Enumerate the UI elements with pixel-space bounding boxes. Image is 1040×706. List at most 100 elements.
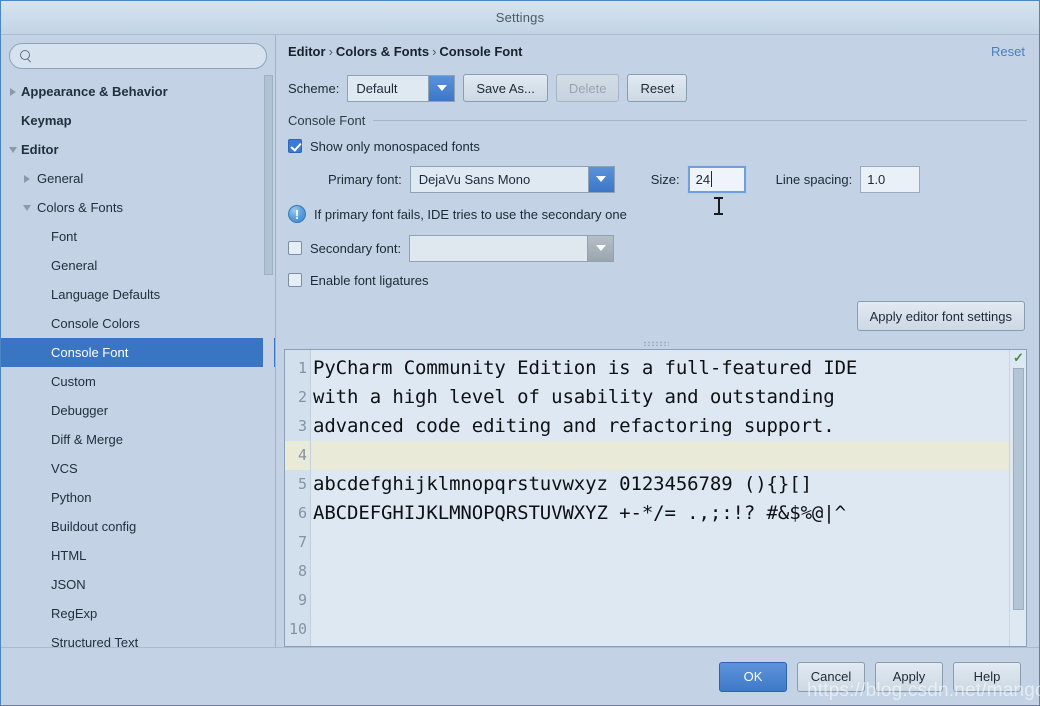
sidebar-item-label: Console Colors: [51, 316, 140, 331]
line-number: 2: [297, 388, 307, 406]
sidebar-item-font[interactable]: Font: [1, 222, 275, 251]
chevron-right-icon[interactable]: [5, 87, 21, 96]
ligatures-checkbox[interactable]: [288, 273, 302, 287]
help-button[interactable]: Help: [953, 661, 1021, 692]
info-text: If primary font fails, IDE tries to use …: [314, 206, 627, 222]
sidebar-item-label: Colors & Fonts: [37, 200, 123, 215]
breadcrumb-part[interactable]: Console Font: [439, 44, 522, 59]
breadcrumb-part[interactable]: Editor: [288, 44, 326, 59]
preview-line: [311, 557, 1026, 586]
line-number-gutter: 1 2 3 4 5 6 7 8 9 10: [285, 350, 311, 646]
sidebar-item-appearance-behavior[interactable]: Appearance & Behavior: [1, 77, 275, 106]
sidebar-item-console-font[interactable]: Console Font: [1, 338, 275, 367]
sidebar-item-vcs[interactable]: VCS: [1, 454, 275, 483]
sidebar-scrollbar[interactable]: [263, 75, 274, 645]
sidebar-item-console-colors[interactable]: Console Colors: [1, 309, 275, 338]
breadcrumb-separator: ›: [432, 43, 437, 59]
sidebar-item-label: Font: [51, 229, 78, 244]
secondary-font-combo[interactable]: [409, 234, 615, 262]
line-spacing-label: Line spacing:: [775, 171, 853, 187]
line-number: 6: [297, 504, 307, 522]
sidebar-item-structured-text[interactable]: Structured Text: [1, 628, 275, 647]
sidebar-item-label: Appearance & Behavior: [21, 84, 168, 99]
cancel-button[interactable]: Cancel: [797, 661, 865, 692]
breadcrumb-part[interactable]: Colors & Fonts: [336, 44, 429, 59]
sidebar-item-editor[interactable]: Editor: [1, 135, 275, 164]
splitter-grip-icon: [642, 340, 669, 346]
sidebar-item-label: Custom: [51, 374, 96, 389]
apply-editor-font-settings-button[interactable]: Apply editor font settings: [856, 301, 1025, 331]
secondary-font-checkbox[interactable]: [288, 241, 302, 255]
sidebar-item-debugger[interactable]: Debugger: [1, 396, 275, 425]
preview-line: [311, 615, 1026, 644]
settings-tree: Appearance & Behavior Keymap Editor General…: [1, 75, 275, 647]
chevron-down-icon[interactable]: [428, 75, 455, 101]
preview-splitter[interactable]: [284, 337, 1027, 349]
preview-scrollbar-thumb[interactable]: [1013, 368, 1024, 610]
sidebar-item-label: Editor: [21, 142, 59, 157]
sidebar-item-general[interactable]: General: [1, 251, 275, 280]
sidebar-item-diff-merge[interactable]: Diff & Merge: [1, 425, 275, 454]
line-spacing-input[interactable]: 1.0: [860, 165, 921, 193]
sidebar-item-regexp[interactable]: RegExp: [1, 599, 275, 628]
sidebar-item-label: HTML: [51, 548, 87, 563]
preview-scrollbar[interactable]: ✓: [1009, 350, 1026, 646]
sidebar-scrollbar-thumb[interactable]: [264, 75, 273, 275]
sidebar-item-label: General: [37, 171, 84, 186]
sidebar-item-custom[interactable]: Custom: [1, 367, 275, 396]
line-number: 3: [297, 417, 307, 435]
sidebar-item-json[interactable]: JSON: [1, 570, 275, 599]
chevron-down-icon[interactable]: [19, 204, 35, 211]
sidebar-item-keymap[interactable]: Keymap: [1, 106, 275, 135]
preview-line: ABCDEFGHIJKLMNOPQRSTUVWXYZ +-*/= .,;:!? …: [313, 502, 846, 524]
line-spacing-value: 1.0: [867, 171, 886, 187]
preview-line: [311, 441, 1026, 470]
scheme-row: Scheme: Default Save As... Delete Reset: [284, 67, 1027, 109]
line-number: 5: [297, 475, 307, 493]
sidebar-item-label: Diff & Merge: [51, 432, 124, 447]
settings-dialog: Settings Appearance & Behavior Keymap Edit…: [0, 0, 1040, 706]
font-preview-editor[interactable]: 1 2 3 4 5 6 7 8 9 10 PyCharm Community Edition is…: [284, 349, 1027, 647]
sidebar-item-label: Structured Text: [51, 635, 139, 647]
sidebar-item-general[interactable]: General: [1, 164, 275, 193]
preview-line: [311, 528, 1026, 557]
sidebar-item-buildout-config[interactable]: Buildout config: [1, 512, 275, 541]
sidebar-item-colors-fonts[interactable]: Colors & Fonts: [1, 193, 275, 222]
preview-line: PyCharm Community Edition is a full-feat…: [313, 357, 858, 379]
reset-link[interactable]: Reset: [991, 44, 1025, 59]
sidebar-item-label: RegExp: [51, 606, 98, 621]
preview-text-area[interactable]: PyCharm Community Edition is a full-feat…: [311, 350, 1026, 646]
preview-line: abcdefghijklmnopqrstuvwxyz 0123456789 ()…: [313, 473, 812, 495]
sidebar-item-label: Python: [51, 490, 92, 505]
sidebar-item-language-defaults[interactable]: Language Defaults: [1, 280, 275, 309]
scheme-combo[interactable]: Default: [347, 74, 456, 102]
sidebar-item-python[interactable]: Python: [1, 483, 275, 512]
sidebar-item-label: General: [51, 258, 98, 273]
preview-line: with a high level of usability and outst…: [313, 386, 835, 408]
size-input[interactable]: 24: [686, 164, 747, 194]
chevron-down-icon[interactable]: [587, 235, 614, 261]
ok-button[interactable]: OK: [719, 661, 787, 692]
breadcrumb-separator: ›: [328, 43, 333, 59]
chevron-down-icon[interactable]: [5, 146, 21, 153]
scheme-reset-button[interactable]: Reset: [627, 74, 688, 102]
secondary-font-value: [410, 236, 587, 261]
save-as-button[interactable]: Save As...: [463, 74, 548, 102]
show-monospaced-checkbox[interactable]: [288, 139, 302, 153]
sidebar-item-label: Buildout config: [51, 519, 137, 534]
chevron-right-icon[interactable]: [19, 174, 35, 183]
chevron-down-icon[interactable]: [587, 166, 614, 192]
sidebar-item-label: JSON: [51, 577, 86, 592]
line-number: 9: [297, 591, 307, 609]
secondary-font-row: Secondary font:: [284, 231, 1027, 265]
apply-button[interactable]: Apply: [875, 661, 943, 692]
primary-font-combo[interactable]: DejaVu Sans Mono: [409, 165, 615, 193]
sidebar-item-html[interactable]: HTML: [1, 541, 275, 570]
search-input[interactable]: [33, 48, 258, 64]
show-monospaced-row: Show only monospaced fonts: [284, 131, 1027, 161]
show-monospaced-label: Show only monospaced fonts: [310, 138, 480, 154]
line-number: 1: [297, 359, 307, 377]
settings-sidebar: Appearance & Behavior Keymap Editor General…: [1, 35, 276, 647]
search-box[interactable]: [9, 43, 267, 69]
sidebar-item-label: VCS: [51, 461, 78, 476]
